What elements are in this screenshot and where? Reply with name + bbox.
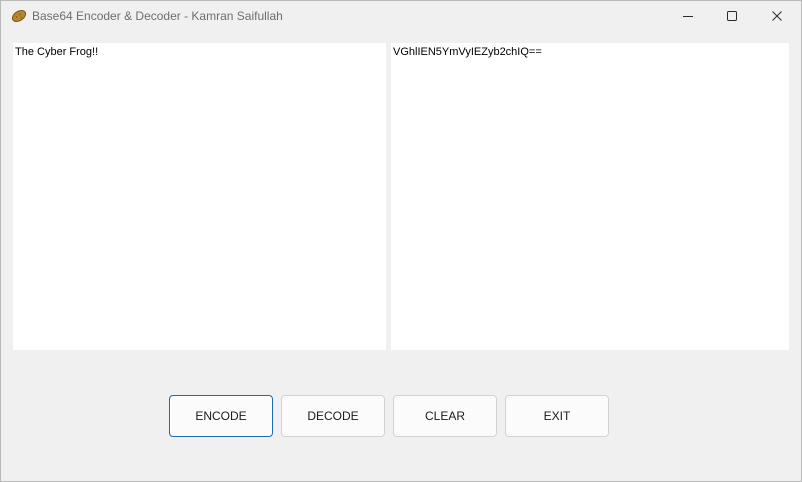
- window-title: Base64 Encoder & Decoder - Kamran Saiful…: [32, 9, 283, 23]
- title-bar[interactable]: Base64 Encoder & Decoder - Kamran Saiful…: [1, 1, 801, 31]
- maximize-icon: [727, 11, 737, 21]
- input-textbox[interactable]: The Cyber Frog!!: [13, 43, 386, 350]
- minimize-button[interactable]: [666, 1, 710, 31]
- close-icon: [772, 11, 782, 21]
- output-textbox[interactable]: VGhlIEN5YmVyIEZyb2chIQ==: [391, 43, 789, 350]
- encode-button[interactable]: ENCODE: [169, 395, 273, 437]
- clear-button[interactable]: CLEAR: [393, 395, 497, 437]
- decode-button[interactable]: DECODE: [281, 395, 385, 437]
- close-button[interactable]: [755, 1, 799, 31]
- potato-icon: [11, 9, 27, 23]
- minimize-icon: [683, 16, 693, 17]
- maximize-button[interactable]: [710, 1, 754, 31]
- exit-button[interactable]: EXIT: [505, 395, 609, 437]
- app-window: Base64 Encoder & Decoder - Kamran Saiful…: [0, 0, 802, 482]
